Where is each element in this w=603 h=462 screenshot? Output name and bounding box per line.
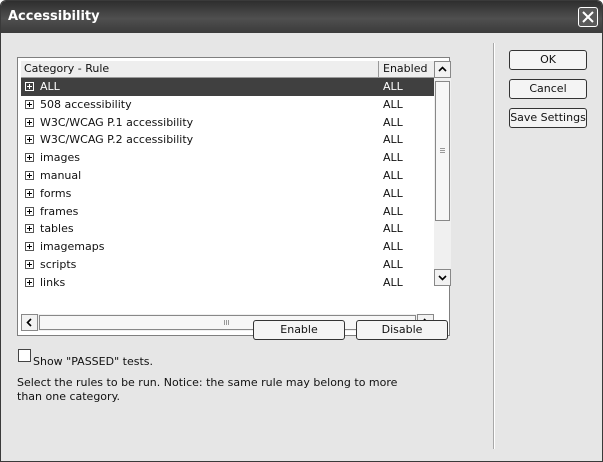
expand-icon[interactable]: [25, 277, 34, 287]
list-row[interactable]: W3C/WCAG P.2 accessibility ALL: [21, 131, 434, 149]
show-passed-label: Show "PASSED" tests.: [33, 355, 153, 368]
rule-enabled: ALL: [383, 222, 403, 236]
vertical-scrollbar[interactable]: [434, 61, 451, 286]
cancel-button[interactable]: Cancel: [509, 79, 587, 99]
list-row[interactable]: W3C/WCAG P.1 accessibility ALL: [21, 114, 434, 132]
rule-enabled: ALL: [383, 133, 403, 147]
rule-enabled: ALL: [383, 97, 403, 111]
rule-enabled: ALL: [383, 80, 403, 93]
accessibility-dialog: Accessibility Category - Rule Enabled AL…: [0, 0, 603, 462]
notice-text: Select the rules to be run. Notice: the …: [17, 376, 398, 403]
scroll-left-button[interactable]: [21, 314, 38, 331]
rules-list[interactable]: Category - Rule Enabled ALL ALL 508 access…: [17, 57, 451, 336]
list-rows: ALL ALL 508 accessibility ALL W3C/WCAG P.1 a…: [21, 78, 434, 292]
rule-category: W3C/WCAG P.2 accessibility: [40, 133, 194, 147]
list-row[interactable]: forms ALL: [21, 185, 434, 203]
rule-category: W3C/WCAG P.1 accessibility: [40, 115, 194, 129]
rule-enabled: ALL: [383, 168, 403, 182]
list-row[interactable]: ALL ALL: [21, 78, 434, 96]
rule-enabled: ALL: [383, 115, 403, 129]
rule-category: ALL: [40, 80, 60, 93]
column-header-enabled[interactable]: Enabled: [383, 62, 427, 75]
vertical-scroll-thumb[interactable]: [435, 81, 450, 221]
rule-enabled: ALL: [383, 275, 403, 289]
rule-category: images: [40, 151, 80, 165]
rule-enabled: ALL: [383, 204, 403, 218]
rule-enabled: ALL: [383, 257, 403, 271]
scroll-up-button[interactable]: [434, 61, 451, 78]
expand-icon[interactable]: [25, 117, 34, 127]
expand-icon[interactable]: [25, 224, 34, 234]
show-passed-checkbox[interactable]: [18, 349, 31, 362]
scroll-down-button[interactable]: [434, 269, 451, 286]
expand-icon[interactable]: [25, 135, 34, 145]
rule-category: imagemaps: [40, 240, 105, 254]
list-row[interactable]: frames ALL: [21, 203, 434, 221]
expand-icon[interactable]: [25, 206, 34, 216]
rule-enabled: ALL: [383, 186, 403, 200]
rule-enabled: ALL: [383, 240, 403, 254]
list-row[interactable]: 508 accessibility ALL: [21, 96, 434, 114]
list-header: Category - Rule Enabled: [21, 61, 434, 78]
dialog-body: Category - Rule Enabled ALL ALL 508 access…: [1, 33, 602, 461]
list-row[interactable]: manual ALL: [21, 167, 434, 185]
rule-category: scripts: [40, 257, 77, 271]
rule-category: links: [40, 275, 66, 289]
expand-icon[interactable]: [25, 99, 34, 109]
list-row[interactable]: tables ALL: [21, 220, 434, 238]
ok-button[interactable]: OK: [509, 50, 587, 70]
expand-icon[interactable]: [25, 153, 34, 163]
disable-button[interactable]: Disable: [356, 320, 448, 340]
list-row[interactable]: links ALL: [21, 274, 434, 292]
close-icon: [582, 11, 594, 23]
expand-icon[interactable]: [25, 242, 34, 252]
rule-enabled: ALL: [383, 151, 403, 165]
enable-button[interactable]: Enable: [253, 320, 345, 340]
close-button[interactable]: [578, 7, 598, 27]
rule-category: tables: [40, 222, 74, 236]
rule-category: manual: [40, 168, 82, 182]
list-row[interactable]: imagemaps ALL: [21, 238, 434, 256]
column-header-category[interactable]: Category - Rule: [24, 62, 109, 75]
chevron-down-icon: [438, 275, 447, 281]
expand-icon[interactable]: [25, 82, 34, 91]
rule-category: forms: [40, 186, 72, 200]
save-settings-button[interactable]: Save Settings: [509, 108, 587, 128]
chevron-up-icon: [438, 66, 447, 72]
rule-category: 508 accessibility: [40, 97, 132, 111]
expand-icon[interactable]: [25, 259, 34, 269]
expand-icon[interactable]: [25, 188, 34, 198]
expand-icon[interactable]: [25, 170, 34, 180]
window-title: Accessibility: [8, 9, 100, 24]
rule-category: frames: [40, 204, 79, 218]
list-row[interactable]: scripts ALL: [21, 256, 434, 274]
title-bar: Accessibility: [1, 1, 602, 33]
chevron-left-icon: [26, 318, 32, 327]
list-row[interactable]: images ALL: [21, 149, 434, 167]
